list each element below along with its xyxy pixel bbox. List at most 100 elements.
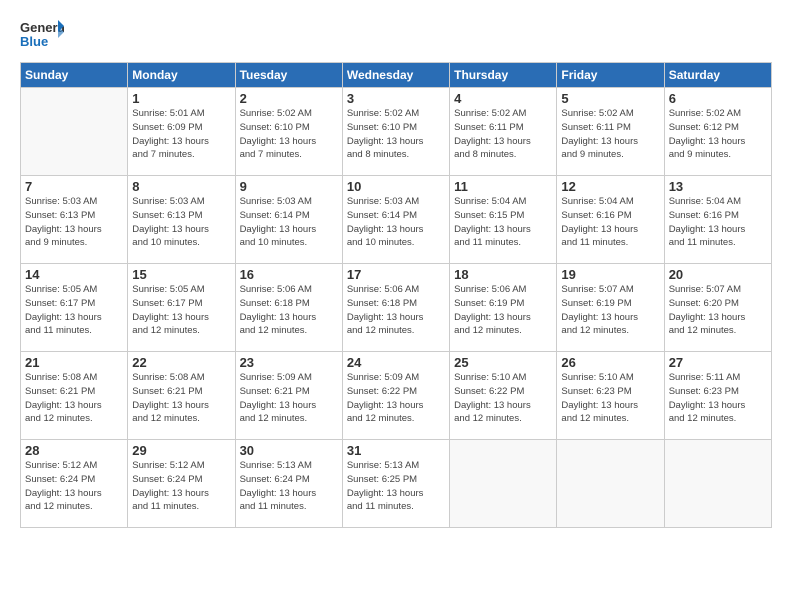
calendar-cell: 30Sunrise: 5:13 AM Sunset: 6:24 PM Dayli… [235, 440, 342, 528]
calendar-cell: 27Sunrise: 5:11 AM Sunset: 6:23 PM Dayli… [664, 352, 771, 440]
day-number: 21 [25, 355, 123, 370]
day-number: 4 [454, 91, 552, 106]
calendar-cell: 19Sunrise: 5:07 AM Sunset: 6:19 PM Dayli… [557, 264, 664, 352]
weekday-header-thursday: Thursday [450, 63, 557, 88]
calendar-cell: 22Sunrise: 5:08 AM Sunset: 6:21 PM Dayli… [128, 352, 235, 440]
calendar-cell: 28Sunrise: 5:12 AM Sunset: 6:24 PM Dayli… [21, 440, 128, 528]
day-info: Sunrise: 5:06 AM Sunset: 6:19 PM Dayligh… [454, 283, 552, 338]
day-info: Sunrise: 5:13 AM Sunset: 6:25 PM Dayligh… [347, 459, 445, 514]
calendar-cell [450, 440, 557, 528]
day-number: 10 [347, 179, 445, 194]
calendar-cell: 4Sunrise: 5:02 AM Sunset: 6:11 PM Daylig… [450, 88, 557, 176]
day-number: 25 [454, 355, 552, 370]
day-number: 2 [240, 91, 338, 106]
day-number: 11 [454, 179, 552, 194]
day-info: Sunrise: 5:10 AM Sunset: 6:22 PM Dayligh… [454, 371, 552, 426]
day-number: 6 [669, 91, 767, 106]
day-number: 31 [347, 443, 445, 458]
day-number: 3 [347, 91, 445, 106]
day-info: Sunrise: 5:12 AM Sunset: 6:24 PM Dayligh… [132, 459, 230, 514]
calendar-cell: 26Sunrise: 5:10 AM Sunset: 6:23 PM Dayli… [557, 352, 664, 440]
weekday-header-row: SundayMondayTuesdayWednesdayThursdayFrid… [21, 63, 772, 88]
calendar-cell: 5Sunrise: 5:02 AM Sunset: 6:11 PM Daylig… [557, 88, 664, 176]
svg-text:General: General [20, 20, 64, 35]
calendar-cell: 13Sunrise: 5:04 AM Sunset: 6:16 PM Dayli… [664, 176, 771, 264]
calendar-cell: 17Sunrise: 5:06 AM Sunset: 6:18 PM Dayli… [342, 264, 449, 352]
calendar-cell: 6Sunrise: 5:02 AM Sunset: 6:12 PM Daylig… [664, 88, 771, 176]
calendar-cell: 2Sunrise: 5:02 AM Sunset: 6:10 PM Daylig… [235, 88, 342, 176]
weekday-header-saturday: Saturday [664, 63, 771, 88]
calendar-cell: 31Sunrise: 5:13 AM Sunset: 6:25 PM Dayli… [342, 440, 449, 528]
calendar-table: SundayMondayTuesdayWednesdayThursdayFrid… [20, 62, 772, 528]
day-info: Sunrise: 5:07 AM Sunset: 6:20 PM Dayligh… [669, 283, 767, 338]
calendar-cell: 18Sunrise: 5:06 AM Sunset: 6:19 PM Dayli… [450, 264, 557, 352]
calendar-week-1: 1Sunrise: 5:01 AM Sunset: 6:09 PM Daylig… [21, 88, 772, 176]
day-info: Sunrise: 5:03 AM Sunset: 6:13 PM Dayligh… [132, 195, 230, 250]
day-number: 7 [25, 179, 123, 194]
calendar-cell [557, 440, 664, 528]
day-info: Sunrise: 5:05 AM Sunset: 6:17 PM Dayligh… [132, 283, 230, 338]
day-number: 14 [25, 267, 123, 282]
calendar-cell: 20Sunrise: 5:07 AM Sunset: 6:20 PM Dayli… [664, 264, 771, 352]
day-info: Sunrise: 5:11 AM Sunset: 6:23 PM Dayligh… [669, 371, 767, 426]
day-number: 27 [669, 355, 767, 370]
weekday-header-friday: Friday [557, 63, 664, 88]
day-number: 12 [561, 179, 659, 194]
calendar-week-2: 7Sunrise: 5:03 AM Sunset: 6:13 PM Daylig… [21, 176, 772, 264]
day-info: Sunrise: 5:08 AM Sunset: 6:21 PM Dayligh… [25, 371, 123, 426]
weekday-header-tuesday: Tuesday [235, 63, 342, 88]
day-info: Sunrise: 5:08 AM Sunset: 6:21 PM Dayligh… [132, 371, 230, 426]
day-number: 20 [669, 267, 767, 282]
calendar-cell: 14Sunrise: 5:05 AM Sunset: 6:17 PM Dayli… [21, 264, 128, 352]
day-info: Sunrise: 5:09 AM Sunset: 6:22 PM Dayligh… [347, 371, 445, 426]
page: General Blue SundayMondayTuesdayWednesda… [0, 0, 792, 612]
calendar-cell: 15Sunrise: 5:05 AM Sunset: 6:17 PM Dayli… [128, 264, 235, 352]
day-info: Sunrise: 5:03 AM Sunset: 6:14 PM Dayligh… [347, 195, 445, 250]
calendar-cell: 1Sunrise: 5:01 AM Sunset: 6:09 PM Daylig… [128, 88, 235, 176]
day-number: 16 [240, 267, 338, 282]
weekday-header-sunday: Sunday [21, 63, 128, 88]
day-info: Sunrise: 5:06 AM Sunset: 6:18 PM Dayligh… [347, 283, 445, 338]
day-info: Sunrise: 5:02 AM Sunset: 6:10 PM Dayligh… [240, 107, 338, 162]
day-number: 19 [561, 267, 659, 282]
calendar-cell [21, 88, 128, 176]
calendar-cell: 8Sunrise: 5:03 AM Sunset: 6:13 PM Daylig… [128, 176, 235, 264]
header: General Blue [20, 16, 772, 52]
calendar-cell [664, 440, 771, 528]
calendar-cell: 16Sunrise: 5:06 AM Sunset: 6:18 PM Dayli… [235, 264, 342, 352]
day-number: 9 [240, 179, 338, 194]
day-number: 26 [561, 355, 659, 370]
day-info: Sunrise: 5:01 AM Sunset: 6:09 PM Dayligh… [132, 107, 230, 162]
day-info: Sunrise: 5:06 AM Sunset: 6:18 PM Dayligh… [240, 283, 338, 338]
day-info: Sunrise: 5:02 AM Sunset: 6:11 PM Dayligh… [561, 107, 659, 162]
calendar-cell: 25Sunrise: 5:10 AM Sunset: 6:22 PM Dayli… [450, 352, 557, 440]
day-number: 23 [240, 355, 338, 370]
calendar-cell: 23Sunrise: 5:09 AM Sunset: 6:21 PM Dayli… [235, 352, 342, 440]
calendar-cell: 29Sunrise: 5:12 AM Sunset: 6:24 PM Dayli… [128, 440, 235, 528]
day-number: 18 [454, 267, 552, 282]
day-info: Sunrise: 5:05 AM Sunset: 6:17 PM Dayligh… [25, 283, 123, 338]
day-number: 29 [132, 443, 230, 458]
calendar-cell: 21Sunrise: 5:08 AM Sunset: 6:21 PM Dayli… [21, 352, 128, 440]
day-number: 15 [132, 267, 230, 282]
day-number: 5 [561, 91, 659, 106]
calendar-cell: 10Sunrise: 5:03 AM Sunset: 6:14 PM Dayli… [342, 176, 449, 264]
day-number: 13 [669, 179, 767, 194]
day-info: Sunrise: 5:02 AM Sunset: 6:12 PM Dayligh… [669, 107, 767, 162]
calendar-week-4: 21Sunrise: 5:08 AM Sunset: 6:21 PM Dayli… [21, 352, 772, 440]
calendar-cell: 24Sunrise: 5:09 AM Sunset: 6:22 PM Dayli… [342, 352, 449, 440]
calendar-cell: 11Sunrise: 5:04 AM Sunset: 6:15 PM Dayli… [450, 176, 557, 264]
day-number: 1 [132, 91, 230, 106]
logo-icon: General Blue [20, 16, 64, 52]
day-info: Sunrise: 5:12 AM Sunset: 6:24 PM Dayligh… [25, 459, 123, 514]
weekday-header-wednesday: Wednesday [342, 63, 449, 88]
day-number: 24 [347, 355, 445, 370]
logo: General Blue [20, 16, 64, 52]
day-info: Sunrise: 5:03 AM Sunset: 6:14 PM Dayligh… [240, 195, 338, 250]
day-info: Sunrise: 5:04 AM Sunset: 6:15 PM Dayligh… [454, 195, 552, 250]
svg-text:Blue: Blue [20, 34, 48, 49]
weekday-header-monday: Monday [128, 63, 235, 88]
day-info: Sunrise: 5:04 AM Sunset: 6:16 PM Dayligh… [669, 195, 767, 250]
day-info: Sunrise: 5:03 AM Sunset: 6:13 PM Dayligh… [25, 195, 123, 250]
day-info: Sunrise: 5:09 AM Sunset: 6:21 PM Dayligh… [240, 371, 338, 426]
